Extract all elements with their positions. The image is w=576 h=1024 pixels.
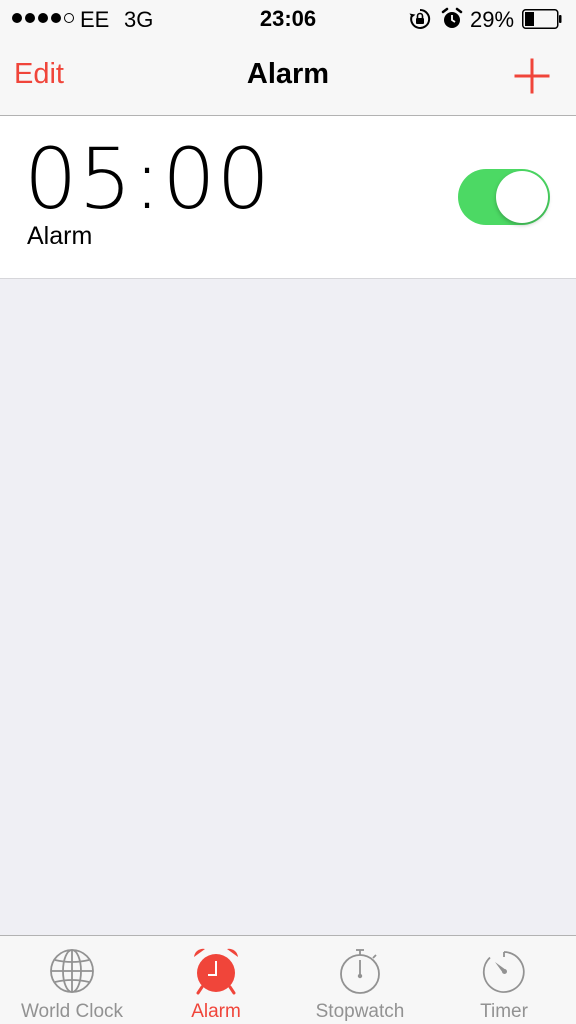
tab-bar: World Clock Alarm Stopwatch Timer xyxy=(0,935,576,1024)
battery-percent: 29% xyxy=(470,7,515,32)
edit-button[interactable]: Edit xyxy=(14,58,64,91)
navigation-bar: Edit Alarm xyxy=(0,38,576,116)
rotation-lock-icon xyxy=(409,8,431,29)
tab-alarm[interactable]: Alarm xyxy=(144,936,288,1024)
globe-icon xyxy=(50,949,94,993)
tab-label: Alarm xyxy=(191,1001,241,1022)
status-bar: EE 3G 23:06 29% xyxy=(0,0,576,38)
stopwatch-icon xyxy=(340,949,380,994)
alarm-status-icon xyxy=(441,7,463,28)
plus-icon[interactable] xyxy=(510,54,554,98)
tab-label: World Clock xyxy=(20,1001,124,1022)
tab-label: Stopwatch xyxy=(315,1001,405,1022)
battery-icon xyxy=(522,9,562,29)
alarm-list-item[interactable]: 05:00 Alarm xyxy=(0,116,576,279)
tab-timer[interactable]: Timer xyxy=(432,936,576,1024)
clock-app-screen: EE 3G 23:06 29% Edit Alarm 05:00 Alarm W… xyxy=(0,0,576,1024)
toggle-knob xyxy=(496,171,548,223)
alarm-enable-toggle[interactable] xyxy=(458,169,550,225)
tab-world-clock[interactable]: World Clock xyxy=(0,936,144,1024)
alarm-time: 05:00 xyxy=(24,130,272,228)
timer-icon xyxy=(482,951,525,993)
alarm-clock-icon xyxy=(194,948,238,995)
alarm-label: Alarm xyxy=(27,222,93,250)
tab-stopwatch[interactable]: Stopwatch xyxy=(288,936,432,1024)
tab-label: Timer xyxy=(480,1001,528,1022)
page-title: Alarm xyxy=(246,58,330,90)
